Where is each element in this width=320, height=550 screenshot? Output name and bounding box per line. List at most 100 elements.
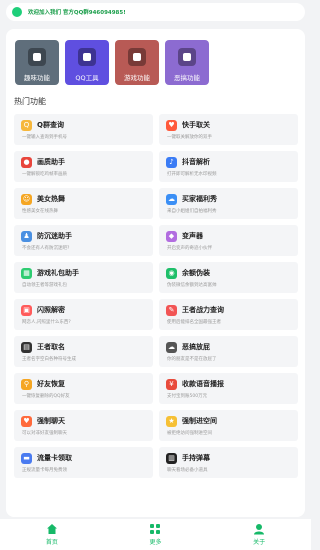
feature-icon: ⚲ — [21, 379, 32, 390]
feature-item[interactable]: ● 画质助手一键解锁吃鸡帧率画质 — [14, 151, 153, 182]
feature-name: 流量卡领取 — [37, 454, 72, 462]
feature-grid: Q Q群查询一键输入查询到手机号 ♥ 快手取关一键取关解放你的双手 ● 画质助手一键解锁吃… — [14, 114, 298, 478]
feature-desc: 一键解锁吃鸡帧率画质 — [22, 172, 67, 177]
feature-icon: ★ — [166, 416, 177, 427]
feature-item[interactable]: ♥ 强制聊天可以对非好友强制聊天 — [14, 410, 153, 441]
feature-item[interactable]: ▣ 闪照解密 网恋人,闪照里什么东西? — [14, 299, 153, 330]
tab-home[interactable]: 首页 — [22, 523, 82, 546]
feature-desc: 一键输入查询到手机号 — [22, 135, 67, 140]
feature-name: 恶搞放屁 — [182, 343, 210, 351]
feature-item[interactable]: ▬ 流量卡领取正规流量卡每月免费领 — [14, 447, 153, 478]
feature-icon: Q — [21, 120, 32, 131]
tile-fun[interactable]: 趣味功能 — [15, 40, 59, 85]
feature-item[interactable]: ✎ 王者战力查询 使用后能排名全国最强王者 — [159, 299, 298, 330]
feature-name: Q群查询 — [37, 121, 64, 129]
tile-label: 恶搞功能 — [174, 74, 200, 82]
feature-name: 画质助手 — [37, 158, 65, 166]
tile-games[interactable]: 游戏功能 — [115, 40, 159, 85]
feature-name: 强制聊天 — [37, 417, 65, 425]
feature-icon: ♥ — [166, 120, 177, 131]
tab-more[interactable]: 更多 — [125, 523, 185, 546]
feature-desc: 来自小姐姐们自拍福利秀 — [167, 209, 217, 214]
feature-name: 好友恢复 — [37, 380, 65, 388]
bottom-tab-bar: 首页 更多 关于 — [0, 519, 311, 550]
prank-icon — [178, 48, 196, 66]
feature-desc: 网恋人,闪照里什么东西? — [22, 320, 71, 325]
feature-item[interactable]: ☁ 买家福利秀来自小姐姐们自拍福利秀 — [159, 188, 298, 219]
notice-icon — [12, 7, 22, 17]
feature-icon: ☁ — [166, 194, 177, 205]
notice-bar: 欢迎加入我们 官方QQ群946094985! — [6, 3, 305, 21]
feature-icon: ♥ — [21, 416, 32, 427]
feature-item[interactable]: ◉ 余额伪装伪装微信余额到达高富帅 — [159, 262, 298, 293]
feature-desc: 性感美女在线热舞 — [22, 209, 58, 214]
feature-name: 买家福利秀 — [182, 195, 217, 203]
feature-desc: 一键恢复删除的QQ好友 — [22, 394, 70, 399]
feature-icon: ◉ — [166, 268, 177, 279]
feature-item[interactable]: ☁ 恶搞放屁你的朋友是不是在放屁了 — [159, 336, 298, 367]
feature-desc: 不会还有人有防沉迷吧? — [22, 246, 70, 251]
feature-name: 快手取关 — [182, 121, 210, 129]
tab-label: 首页 — [45, 539, 58, 546]
feature-icon: ▦ — [21, 268, 32, 279]
tab-label: 关于 — [253, 539, 266, 546]
feature-desc: 使用后能排名全国最强王者 — [167, 320, 221, 325]
main-card: 趣味功能 QQ工具 游戏功能 恶搞功能 热门功能 Q Q群查询一键输入查询到手机号… — [6, 29, 305, 517]
feature-name: 王者取名 — [37, 343, 65, 351]
feature-desc: 可以对非好友强制聊天 — [22, 431, 67, 436]
feature-item[interactable]: ☺ 美女热舞 性感美女在线热舞 — [14, 188, 153, 219]
feature-name: 抖音解析 — [182, 158, 210, 166]
feature-icon: ¥ — [166, 379, 177, 390]
tile-qq-tools[interactable]: QQ工具 — [65, 40, 109, 85]
feature-desc: 支付宝到账500万元 — [167, 394, 208, 399]
feature-item[interactable]: ▥ 手持弹幕聊天看场必备小道具 — [159, 447, 298, 478]
feature-icon: ▥ — [166, 453, 177, 464]
feature-desc: 一键取关解放你的双手 — [167, 135, 212, 140]
feature-name: 余额伪装 — [182, 269, 210, 277]
feature-icon: ▣ — [21, 305, 32, 316]
feature-item[interactable]: ▤ 王者取名王者名字空白各种符号生成 — [14, 336, 153, 367]
fun-icon — [28, 48, 46, 66]
feature-item[interactable]: ◆ 变声器 开启变声的奇迹小伙伴 — [159, 225, 298, 256]
feature-item[interactable]: ⚲ 好友恢复一键恢复删除的QQ好友 — [14, 373, 153, 404]
feature-desc: 打开即可解析无水印视频 — [167, 172, 217, 177]
feature-name: 防沉迷助手 — [37, 232, 72, 240]
feature-desc: 聊天看场必备小道具 — [167, 468, 208, 473]
feature-name: 强制进空间 — [182, 417, 217, 425]
feature-item[interactable]: ¥ 收款语音播报支付宝到账500万元 — [159, 373, 298, 404]
feature-name: 手持弹幕 — [182, 454, 210, 462]
feature-icon: ● — [21, 157, 32, 168]
feature-name: 游戏礼包助手 — [37, 269, 79, 277]
tile-label: QQ工具 — [75, 74, 99, 82]
feature-icon: ♟ — [21, 231, 32, 242]
feature-item[interactable]: ▦ 游戏礼包助手自动领王者等游戏礼包 — [14, 262, 153, 293]
feature-desc: 正规流量卡每月免费领 — [22, 468, 67, 473]
feature-icon: ▤ — [21, 342, 32, 353]
feature-desc: 伪装微信余额到达高富帅 — [167, 283, 217, 288]
feature-desc: 自动领王者等游戏礼包 — [22, 283, 67, 288]
home-icon — [46, 523, 58, 535]
feature-icon: ✎ — [166, 305, 177, 316]
feature-desc: 王者名字空白各种符号生成 — [22, 357, 76, 362]
feature-desc: 你的朋友是不是在放屁了 — [167, 357, 217, 362]
games-icon — [128, 48, 146, 66]
tile-label: 趣味功能 — [24, 74, 50, 82]
feature-icon: ◆ — [166, 231, 177, 242]
tab-label: 更多 — [149, 539, 162, 546]
user-icon — [253, 523, 265, 535]
feature-item[interactable]: ♟ 防沉迷助手不会还有人有防沉迷吧? — [14, 225, 153, 256]
feature-item[interactable]: ♪ 抖音解析打开即可解析无水印视频 — [159, 151, 298, 182]
feature-icon: ♪ — [166, 157, 177, 168]
feature-item[interactable]: Q Q群查询一键输入查询到手机号 — [14, 114, 153, 145]
feature-desc: 被拒绝访问强制进空间 — [167, 431, 212, 436]
feature-icon: ☁ — [166, 342, 177, 353]
feature-item[interactable]: ♥ 快手取关一键取关解放你的双手 — [159, 114, 298, 145]
section-title: 热门功能 — [14, 97, 46, 106]
tab-about[interactable]: 关于 — [229, 523, 289, 546]
feature-name: 收款语音播报 — [182, 380, 224, 388]
tile-label: 游戏功能 — [124, 74, 150, 82]
notice-text: 欢迎加入我们 官方QQ群946094985! — [28, 10, 126, 16]
feature-icon: ▬ — [21, 453, 32, 464]
feature-item[interactable]: ★ 强制进空间被拒绝访问强制进空间 — [159, 410, 298, 441]
tile-prank[interactable]: 恶搞功能 — [165, 40, 209, 85]
